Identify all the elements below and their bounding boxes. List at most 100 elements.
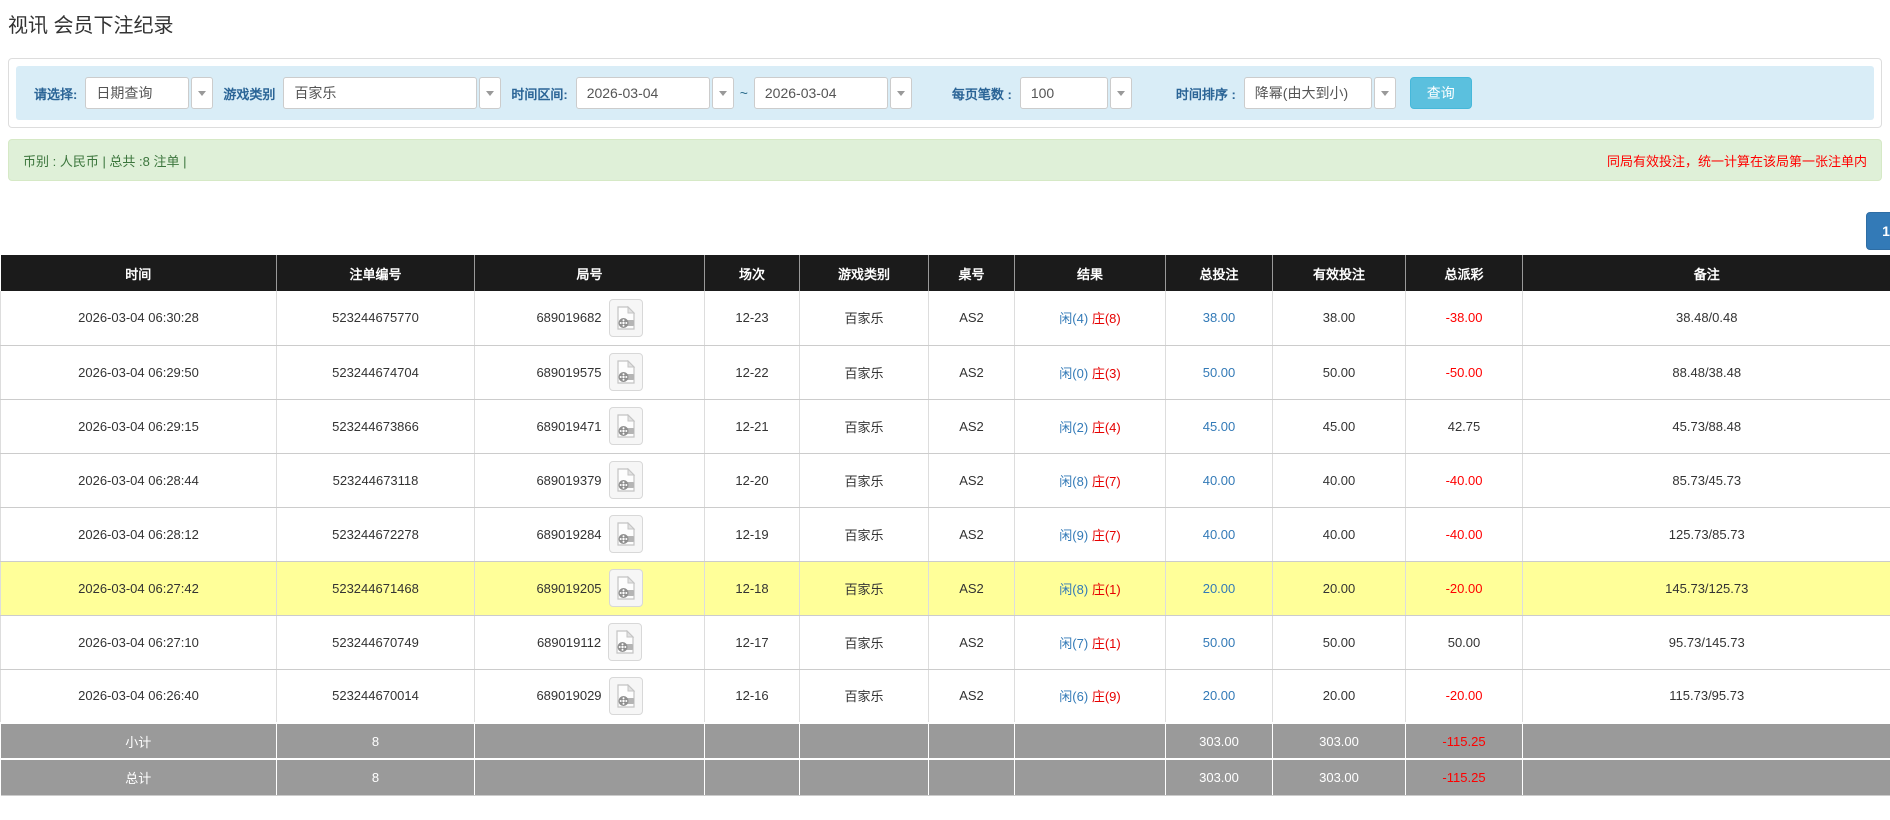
video-replay-button[interactable] <box>608 676 643 715</box>
bet-number-cell: 523244672278 <box>276 507 475 562</box>
table-row: 2026-03-04 06:27:10 523244670749 689019112… <box>0 615 1890 670</box>
column-header: 游戏类别 <box>799 255 929 291</box>
video-replay-button[interactable] <box>608 407 643 445</box>
table-footer: 小计 8 303.00 303.00 -115.25 总计 8 303.00 303.00 -11… <box>0 722 1890 796</box>
column-header: 注单编号 <box>276 255 475 291</box>
game-type-cell: 百家乐 <box>799 453 929 508</box>
column-header: 备注 <box>1522 255 1890 291</box>
video-replay-button[interactable] <box>608 569 643 607</box>
remark-cell: 88.48/38.48 <box>1522 345 1890 400</box>
result-player: 闲(4) <box>1059 311 1089 327</box>
valid-bet-cell: 50.00 <box>1272 345 1406 400</box>
time-cell: 2026-03-04 06:27:10 <box>0 615 277 670</box>
video-replay-button[interactable] <box>608 515 643 553</box>
valid-bet-cell: 45.00 <box>1272 399 1406 454</box>
round-number: 689019682 <box>536 310 602 326</box>
total-bet-link[interactable]: 50.00 <box>1165 345 1273 400</box>
video-file-icon <box>616 683 635 708</box>
sort-order-combo[interactable]: 降幂(由大到小) <box>1243 77 1396 109</box>
video-replay-button[interactable] <box>608 353 643 391</box>
time-cell: 2026-03-04 06:27:42 <box>0 561 277 616</box>
date-to-value[interactable]: 2026-03-04 <box>753 77 888 109</box>
total-bet-link[interactable]: 45.00 <box>1165 399 1273 454</box>
result-player: 闲(6) <box>1059 689 1089 705</box>
query-type-combo[interactable]: 日期查询 <box>85 77 214 109</box>
result-player: 闲(2) <box>1059 419 1089 435</box>
result-player: 闲(9) <box>1059 527 1089 543</box>
result-banker: 庄(1) <box>1091 581 1121 597</box>
total-bet-link[interactable]: 40.00 <box>1165 507 1273 562</box>
chevron-down-icon[interactable] <box>191 77 214 109</box>
bet-number-cell: 523244673118 <box>276 453 475 508</box>
date-to-picker[interactable]: 2026-03-04 <box>753 77 912 109</box>
result-cell: 闲(8) 庄(7) <box>1014 453 1166 508</box>
table-number-cell: AS2 <box>928 561 1015 616</box>
payout-cell: 42.75 <box>1405 399 1523 454</box>
result-banker: 庄(8) <box>1091 311 1121 327</box>
remark-cell: 38.48/0.48 <box>1522 291 1890 346</box>
caret-glyph <box>1380 90 1389 96</box>
result-cell: 闲(0) 庄(3) <box>1014 345 1166 400</box>
chevron-down-icon[interactable] <box>479 77 502 109</box>
game-type-value[interactable]: 百家乐 <box>283 77 478 109</box>
remark-cell: 95.73/145.73 <box>1522 615 1890 670</box>
video-replay-button[interactable] <box>608 623 643 661</box>
date-from-picker[interactable]: 2026-03-04 <box>575 77 734 109</box>
chevron-down-icon[interactable] <box>889 77 912 109</box>
table-header: 时间 注单编号 局号 场次 游戏类别 桌号 结果 总投注 有效投注 总派彩 备注 <box>0 255 1890 291</box>
total-bet-link[interactable]: 20.00 <box>1165 561 1273 616</box>
header-row: 时间 注单编号 局号 场次 游戏类别 桌号 结果 总投注 有效投注 总派彩 备注 <box>0 255 1890 291</box>
chevron-down-icon[interactable] <box>1373 77 1396 109</box>
filter-panel: 请选择: 日期查询 游戏类别 百家乐 时间区间: 2026-03-04 ~ 20… <box>8 58 1882 128</box>
time-cell: 2026-03-04 06:28:44 <box>0 453 277 508</box>
query-type-label: 请选择: <box>34 86 78 102</box>
round-number: 689019471 <box>536 418 602 434</box>
sort-order-label: 时间排序 : <box>1175 86 1236 102</box>
valid-bet-cell: 38.00 <box>1272 291 1406 346</box>
pagination-page-1-button[interactable]: 1 <box>1866 212 1890 250</box>
game-type-cell: 百家乐 <box>799 561 929 616</box>
table-row: 2026-03-04 06:27:42 523244671468 689019205… <box>0 561 1890 616</box>
session-cell: 12-20 <box>704 453 800 508</box>
total-bet-link[interactable]: 50.00 <box>1165 615 1273 670</box>
round-number-cell: 689019379 <box>474 453 705 508</box>
round-number-cell: 689019471 <box>474 399 705 454</box>
video-file-icon <box>616 305 635 330</box>
column-header: 场次 <box>704 255 800 291</box>
valid-bet-cell: 20.00 <box>1272 669 1406 724</box>
table-number-cell: AS2 <box>928 345 1015 400</box>
summary-row: 总计 8 303.00 303.00 -115.25 <box>0 758 1890 796</box>
column-header: 有效投注 <box>1272 255 1406 291</box>
table-row: 2026-03-04 06:28:44 523244673118 689019379… <box>0 453 1890 508</box>
total-bet-link[interactable]: 20.00 <box>1165 669 1273 724</box>
summary-valid-bet: 303.00 <box>1272 722 1406 759</box>
page-size-label: 每页笔数 : <box>951 86 1012 102</box>
filter-bar: 请选择: 日期查询 游戏类别 百家乐 时间区间: 2026-03-04 ~ 20… <box>16 66 1874 120</box>
result-cell: 闲(6) 庄(9) <box>1014 669 1166 724</box>
total-bet-link[interactable]: 40.00 <box>1165 453 1273 508</box>
page-size-value[interactable]: 100 <box>1019 77 1108 109</box>
video-replay-button[interactable] <box>608 298 643 337</box>
chevron-down-icon[interactable] <box>711 77 734 109</box>
sort-order-value[interactable]: 降幂(由大到小) <box>1243 77 1372 109</box>
page-size-combo[interactable]: 100 <box>1019 77 1132 109</box>
total-bet-link[interactable]: 38.00 <box>1165 291 1273 346</box>
query-type-value[interactable]: 日期查询 <box>85 77 190 109</box>
game-type-combo[interactable]: 百家乐 <box>283 77 502 109</box>
round-number: 689019575 <box>536 364 602 380</box>
search-button[interactable]: 查询 <box>1409 77 1472 109</box>
table-row: 2026-03-04 06:29:50 523244674704 689019575… <box>0 345 1890 400</box>
date-from-value[interactable]: 2026-03-04 <box>575 77 710 109</box>
valid-bet-cell: 40.00 <box>1272 507 1406 562</box>
remark-cell: 125.73/85.73 <box>1522 507 1890 562</box>
summary-row: 小计 8 303.00 303.00 -115.25 <box>0 722 1890 759</box>
round-number: 689019029 <box>536 688 602 704</box>
session-cell: 12-19 <box>704 507 800 562</box>
notice-text: 同局有效投注，统一计算在该局第一张注单内 <box>1606 153 1867 169</box>
round-number-cell: 689019284 <box>474 507 705 562</box>
session-cell: 12-21 <box>704 399 800 454</box>
chevron-down-icon[interactable] <box>1109 77 1132 109</box>
video-replay-button[interactable] <box>608 461 643 499</box>
payout-cell: -38.00 <box>1405 291 1523 346</box>
summary-bar: 币别 : 人民币 | 总共 :8 注单 | 同局有效投注，统一计算在该局第一张注… <box>8 139 1882 181</box>
